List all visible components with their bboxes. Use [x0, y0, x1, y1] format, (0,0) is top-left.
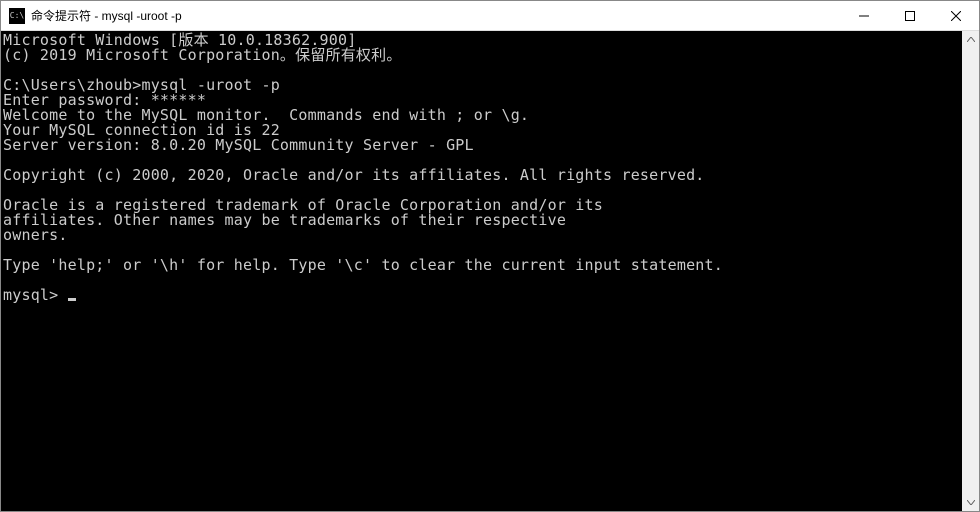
close-button[interactable] [933, 1, 979, 31]
maximize-icon [905, 11, 915, 21]
window-titlebar: C:\ 命令提示符 - mysql -uroot -p [1, 1, 979, 31]
terminal-container: Microsoft Windows [版本 10.0.18362.900] (c… [1, 31, 979, 511]
scroll-down-arrow-icon[interactable] [962, 494, 979, 511]
minimize-button[interactable] [841, 1, 887, 31]
chevron-down-icon [967, 500, 975, 505]
output-line: Type 'help;' or '\h' for help. Type '\c'… [3, 256, 723, 274]
terminal-output[interactable]: Microsoft Windows [版本 10.0.18362.900] (c… [1, 31, 962, 511]
mysql-prompt: mysql> [3, 286, 68, 304]
chevron-up-icon [967, 37, 975, 42]
output-line: Copyright (c) 2000, 2020, Oracle and/or … [3, 166, 705, 184]
cursor [68, 298, 76, 301]
output-line: Server version: 8.0.20 MySQL Community S… [3, 136, 474, 154]
cmd-icon: C:\ [9, 8, 25, 24]
scroll-up-arrow-icon[interactable] [962, 31, 979, 48]
close-icon [951, 11, 961, 21]
scroll-track[interactable] [962, 48, 979, 494]
output-line: affiliates. Other names may be trademark… [3, 211, 566, 229]
vertical-scrollbar[interactable] [962, 31, 979, 511]
output-line: (c) 2019 Microsoft Corporation。保留所有权利。 [3, 46, 402, 64]
maximize-button[interactable] [887, 1, 933, 31]
minimize-icon [859, 11, 869, 21]
output-line: owners. [3, 226, 68, 244]
window-title: 命令提示符 - mysql -uroot -p [31, 7, 182, 24]
